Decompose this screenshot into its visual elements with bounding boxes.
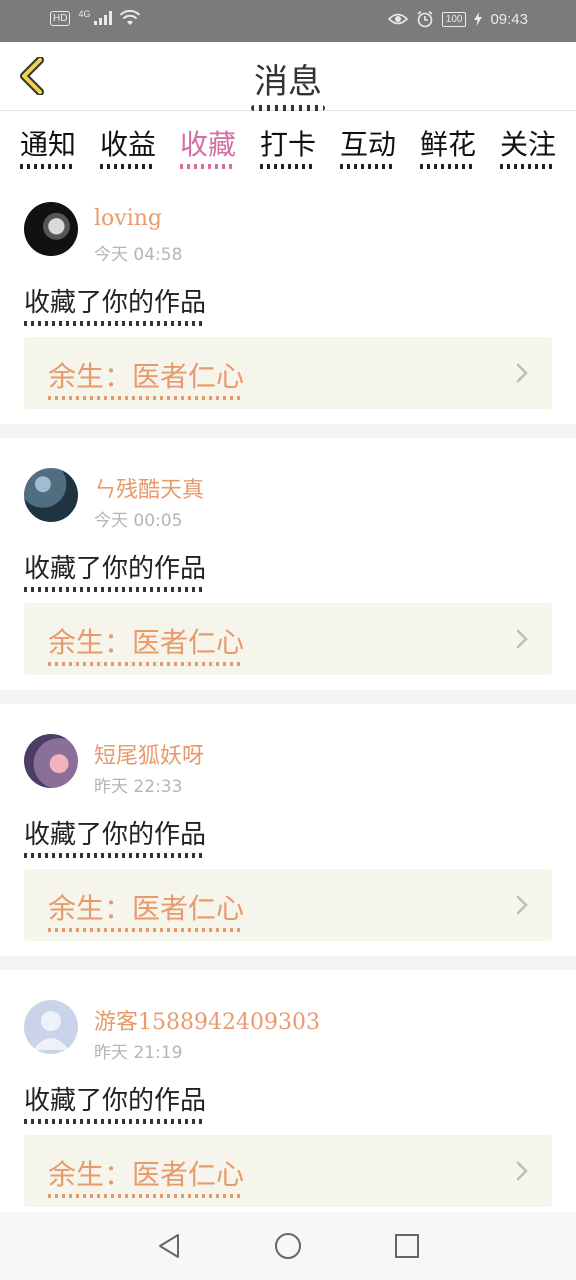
tab-favorites[interactable]: 收藏 [179,111,236,179]
work-link[interactable]: 余生：医者仁心 [24,869,552,941]
message-item: ㄣ残酷天真 今天 00:05 收藏了你的作品 余生：医者仁心 [0,438,576,704]
timestamp: 今天 04:58 [94,245,183,265]
work-link[interactable]: 余生：医者仁心 [24,603,552,675]
timestamp: 昨天 22:33 [94,777,183,797]
tab-label: 关注 [499,128,556,161]
message-item: loving 今天 04:58 收藏了你的作品 余生：医者仁心 [0,172,576,438]
tab-label: 互动 [339,128,396,161]
timestamp: 今天 00:05 [94,511,183,531]
tab-label: 通知 [19,128,76,161]
tab-bar: 通知 收益 收藏 打卡 互动 鲜花 关注 [0,111,576,179]
nav-home-button[interactable] [274,1232,302,1260]
work-title: 余生：医者仁心 [48,621,244,666]
charging-icon [474,12,483,26]
message-list: loving 今天 04:58 收藏了你的作品 余生：医者仁心 ㄣ残酷天真 今天… [0,172,576,1222]
status-right: 100 09:43 [387,10,528,28]
message-item: 短尾狐妖呀 昨天 22:33 收藏了你的作品 余生：医者仁心 [0,704,576,970]
page-title: 消息 [0,54,576,111]
work-title: 余生：医者仁心 [48,887,244,932]
chevron-right-icon [516,1161,528,1181]
message-text: 收藏了你的作品 [24,282,206,326]
back-triangle-icon [159,1234,179,1258]
tab-flowers[interactable]: 鲜花 [420,111,476,169]
eye-icon [387,13,408,25]
work-link[interactable]: 余生：医者仁心 [24,337,552,409]
tab-label: 鲜花 [419,128,476,161]
message-item: 游客1588942409303 昨天 21:19 收藏了你的作品 余生：医者仁心 [0,970,576,1222]
tab-checkin[interactable]: 打卡 [260,111,316,169]
status-left: HD 4G [50,9,141,26]
status-bar: HD 4G 100 09:43 [0,0,576,42]
avatar[interactable] [24,202,78,256]
work-link[interactable]: 余生：医者仁心 [24,1135,552,1207]
username[interactable]: loving [94,206,162,231]
recents-square-icon [395,1234,419,1258]
timestamp: 昨天 21:19 [94,1043,183,1063]
system-nav-bar [0,1212,576,1280]
work-title: 余生：医者仁心 [48,1153,244,1198]
clock: 09:43 [490,10,528,28]
tab-interactions[interactable]: 互动 [340,111,396,169]
wifi-icon [120,10,141,25]
tab-label: 打卡 [259,128,316,161]
default-avatar-icon [33,1011,69,1050]
avatar[interactable] [24,468,78,522]
tab-label: 收益 [99,128,156,161]
message-text: 收藏了你的作品 [24,814,206,858]
network-type: 4G [78,9,91,19]
username[interactable]: 短尾狐妖呀 [94,738,204,770]
chevron-right-icon [516,895,528,915]
username[interactable]: 游客1588942409303 [94,1004,320,1036]
avatar[interactable] [24,734,78,788]
chevron-right-icon [516,363,528,383]
signal-icon [94,11,113,25]
tab-earnings[interactable]: 收益 [100,111,156,169]
avatar[interactable] [24,1000,78,1054]
home-circle-icon [275,1233,301,1259]
tab-label: 收藏 [179,128,236,161]
nav-recents-button[interactable] [394,1233,420,1259]
battery-icon: 100 [441,11,467,27]
message-text: 收藏了你的作品 [24,548,206,592]
nav-back-button[interactable] [156,1232,182,1260]
chevron-right-icon [516,629,528,649]
message-text: 收藏了你的作品 [24,1080,206,1124]
username[interactable]: ㄣ残酷天真 [94,472,204,504]
work-title: 余生：医者仁心 [48,355,244,400]
tab-following[interactable]: 关注 [500,111,556,169]
hd-badge: HD [50,10,71,26]
alarm-icon [417,10,433,28]
header-bar: 消息 [0,42,576,111]
tab-notifications[interactable]: 通知 [20,111,76,169]
